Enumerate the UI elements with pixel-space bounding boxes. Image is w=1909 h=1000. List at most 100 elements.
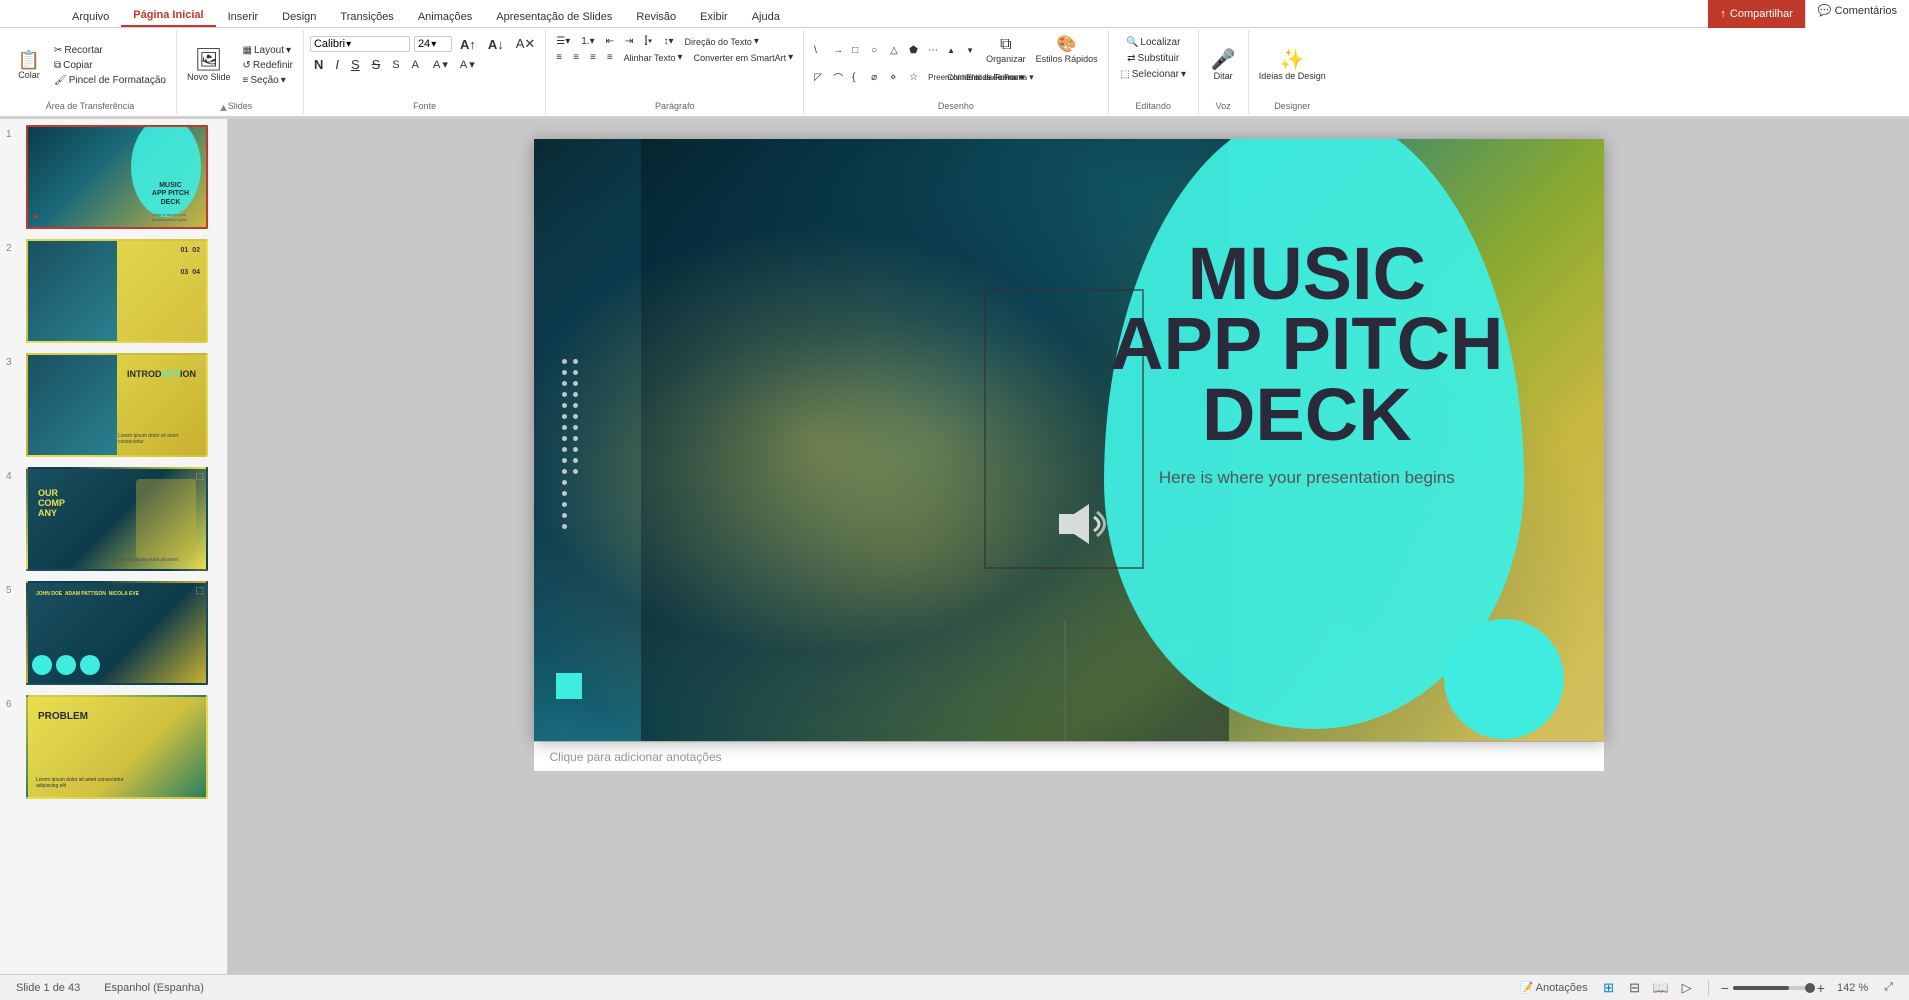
normal-view-button[interactable]: ⊞	[1600, 979, 1618, 997]
shape5-button[interactable]: ⌀	[867, 69, 885, 86]
bold-button[interactable]: N	[310, 56, 327, 73]
layout-button[interactable]: ▦ Layout ▾	[239, 44, 297, 57]
zoom-percent[interactable]: 142 %	[1833, 980, 1872, 996]
slide-thumb-4[interactable]: 4 OURCOMPANY Lorem ipsum dolor sit amet …	[4, 465, 223, 573]
share-button[interactable]: ↑ Compartilhar	[1708, 0, 1804, 28]
line-spacing-button[interactable]: ↕▾	[660, 35, 678, 48]
status-bar: Slide 1 de 43 Espanhol (Espanha) 📝 Anota…	[0, 974, 1909, 1000]
recortar-button[interactable]: ✂ Recortar	[50, 44, 170, 57]
slide-thumb-5[interactable]: 5 ⬚ JOHN DOE ADAM PATTISON NICOLA EVE	[4, 579, 223, 687]
font-size-dropdown[interactable]: 24 ▾	[414, 36, 452, 52]
comments-button[interactable]: 💬 Comentários	[1805, 0, 1909, 28]
increase-indent-button[interactable]: ⇥	[621, 35, 637, 48]
strikethrough-button[interactable]: S	[368, 56, 385, 73]
tab-revisao[interactable]: Revisão	[624, 7, 688, 27]
notes-area[interactable]: Clique para adicionar anotações	[534, 741, 1604, 771]
shadow-button[interactable]: S	[388, 58, 403, 72]
tab-arquivo[interactable]: Arquivo	[60, 7, 121, 27]
font-family-dropdown[interactable]: Calibri ▾	[310, 36, 410, 52]
bullets-button[interactable]: ☰▾	[552, 35, 574, 48]
tab-animacoes[interactable]: Animações	[406, 7, 484, 27]
zoom-slider[interactable]: − +	[1721, 980, 1825, 996]
tab-design[interactable]: Design	[270, 7, 328, 27]
find-icon: 🔍	[1126, 37, 1138, 48]
shape-scroll-dn-button[interactable]: ▼	[962, 44, 980, 57]
spacing-button[interactable]: A	[408, 58, 425, 72]
shape-more-button[interactable]: ⋯	[924, 44, 942, 57]
shape-tri-button[interactable]: △	[886, 44, 904, 57]
shape-arrow-button[interactable]: →	[829, 44, 847, 57]
shape-line-button[interactable]: \	[810, 44, 828, 57]
shape-scroll-up-button[interactable]: ▲	[943, 44, 961, 57]
columns-button[interactable]: ⫿▾	[640, 35, 656, 48]
tab-transicoes[interactable]: Transições	[328, 7, 405, 27]
tab-inserir[interactable]: Inserir	[216, 7, 271, 27]
shape-rect-button[interactable]: □	[848, 44, 866, 57]
copiar-button[interactable]: ⧉ Copiar	[50, 59, 170, 72]
preenchimento-button[interactable]: Preenchimento da Forma ▾	[924, 69, 942, 86]
colar-button[interactable]: 📋 Colar	[10, 49, 48, 82]
language-selector[interactable]: Espanhol (Espanha)	[100, 980, 208, 996]
localizar-button[interactable]: 🔍 Localizar	[1122, 36, 1184, 49]
align-center-button[interactable]: ≡	[569, 51, 583, 64]
tab-pagina-inicial[interactable]: Página Inicial	[121, 5, 215, 27]
align-text-button[interactable]: Alinhar Texto ▾	[620, 51, 687, 64]
substituir-button[interactable]: ⇄ Substituir	[1123, 52, 1183, 65]
fit-to-window-button[interactable]: ⤢	[1880, 979, 1897, 996]
clear-format-button[interactable]: A✕	[512, 35, 540, 53]
efeitos-button[interactable]: Efeitos de Forma ▾	[962, 69, 980, 86]
estilos-rapidos-button[interactable]: 🎨 Estilos Rápidos	[1032, 35, 1102, 66]
tab-ajuda[interactable]: Ajuda	[740, 7, 792, 27]
shape-oval-button[interactable]: ○	[867, 44, 885, 57]
selecionar-button[interactable]: ⬚ Selecionar ▾	[1116, 68, 1190, 81]
slide-thumb-3[interactable]: 3 INTRODUCTION Lorem ipsum dolor sit ame…	[4, 351, 223, 459]
zoom-out-icon[interactable]: −	[1721, 980, 1729, 996]
shape-callout-button[interactable]: ⬟	[905, 44, 923, 57]
numbering-button[interactable]: 1.▾	[577, 35, 598, 48]
tab-exibir[interactable]: Exibir	[688, 7, 740, 27]
contorno-button[interactable]: Contorno da Forma ▾	[943, 69, 961, 86]
slide-thumb-1[interactable]: 1 MUSICAPP PITCHDECK Here is where yourp…	[4, 123, 223, 231]
teal-square-decoration	[556, 673, 582, 699]
font-color-button[interactable]: A ▾	[456, 57, 479, 72]
underline-button[interactable]: S	[347, 56, 364, 73]
secao-button[interactable]: ≡ Seção ▾	[239, 74, 297, 87]
shape7-button[interactable]: ☆	[905, 69, 923, 86]
direction-chevron-icon: ▾	[754, 36, 759, 47]
ideias-design-button[interactable]: ✨ Ideias de Design	[1255, 48, 1330, 83]
increase-font-button[interactable]: A↑	[456, 36, 480, 53]
tab-apresentacao[interactable]: Apresentação de Slides	[484, 7, 624, 27]
shape4-button[interactable]: {	[848, 69, 866, 86]
pincel-button[interactable]: 🖌 Pincel de Formatação	[50, 74, 170, 87]
main-slide[interactable]: MUSIC APP PITCH DECK Here is where your …	[534, 139, 1604, 741]
redefinir-button[interactable]: ↺ Redefinir	[239, 59, 297, 72]
font-color-fill-button[interactable]: A ▾	[429, 57, 452, 72]
organizar-button[interactable]: ⧉ Organizar	[982, 35, 1030, 66]
shape3-button[interactable]: ⌒	[829, 69, 847, 86]
zoom-track[interactable]	[1733, 986, 1813, 990]
slideshow-button[interactable]: ▷	[1678, 979, 1696, 997]
zoom-thumb[interactable]	[1805, 983, 1815, 993]
decrease-font-button[interactable]: A↓	[484, 36, 508, 53]
zoom-in-icon[interactable]: +	[1817, 980, 1825, 996]
reading-view-button[interactable]: 📖	[1652, 979, 1670, 997]
notes-toggle-button[interactable]: 📝 Anotações	[1515, 979, 1591, 996]
slides-panel: 1 MUSICAPP PITCHDECK Here is where yourp…	[0, 119, 228, 974]
group-paragrafo: ☰▾ 1.▾ ⇤ ⇥ ⫿▾ ↕▾ Direção do Texto ▾ ≡ ≡ …	[546, 30, 804, 114]
shape2-button[interactable]: ◸	[810, 69, 828, 86]
slide-thumb-6[interactable]: 6 PROBLEM Lorem ipsum dolor sit amet con…	[4, 693, 223, 801]
convert-smartart-button[interactable]: Converter em SmartArt ▾	[690, 51, 798, 64]
align-left-button[interactable]: ≡	[552, 51, 566, 64]
slide-title-block[interactable]: MUSIC APP PITCH DECK Here is where your …	[1110, 239, 1503, 488]
slide-thumb-2[interactable]: 2 01 02 03 04 ⬚	[4, 237, 223, 345]
decrease-indent-button[interactable]: ⇤	[602, 35, 618, 48]
text-direction-button[interactable]: Direção do Texto ▾	[681, 35, 763, 48]
select-icon: ⬚	[1120, 69, 1129, 80]
slide-sorter-button[interactable]: ⊟	[1626, 979, 1644, 997]
shape6-button[interactable]: ⋄	[886, 69, 904, 86]
italic-button[interactable]: I	[331, 56, 343, 73]
align-right-button[interactable]: ≡	[586, 51, 600, 64]
ditar-button[interactable]: 🎤 Ditar	[1207, 48, 1240, 83]
justify-button[interactable]: ≡	[603, 51, 617, 64]
novo-slide-button[interactable]: 🖼 Novo Slide	[183, 47, 235, 84]
